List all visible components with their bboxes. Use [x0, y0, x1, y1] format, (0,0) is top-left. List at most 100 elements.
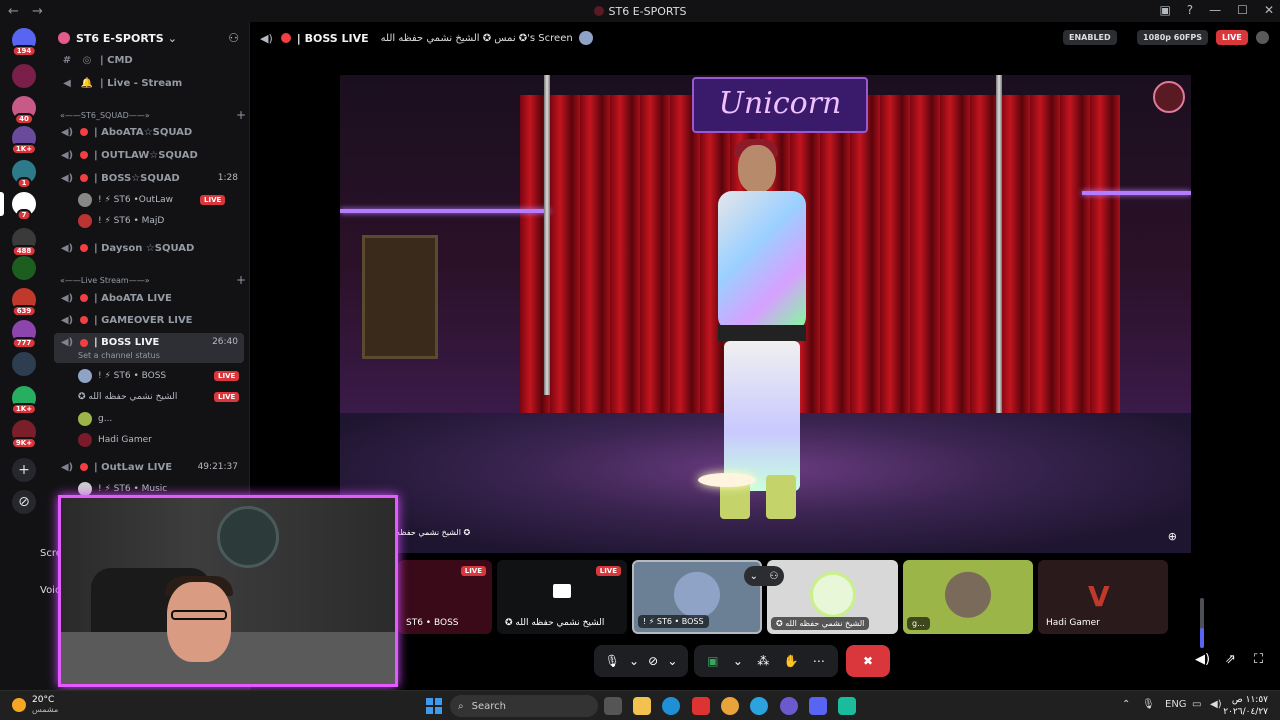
- disconnect-button[interactable]: ✖: [846, 645, 890, 677]
- forward-arrow-icon[interactable]: →: [32, 4, 48, 19]
- task-view-icon[interactable]: [604, 697, 622, 715]
- voice-channel[interactable]: ◀) | Dayson ☆SQUAD: [54, 238, 244, 258]
- category-live-stream[interactable]: «——Live Stream——» +: [60, 273, 246, 287]
- network-icon[interactable]: ▭: [1192, 699, 1201, 710]
- microphone-icon[interactable]: 🎙: [605, 654, 620, 668]
- avatar[interactable]: [1256, 31, 1269, 44]
- avatar-logo-icon: V: [1088, 580, 1110, 613]
- chrome-icon[interactable]: [721, 697, 739, 715]
- server-icon[interactable]: 40: [12, 96, 36, 125]
- voice-channel[interactable]: ◀) | BOSS☆SQUAD 1:28: [54, 168, 244, 188]
- add-server-icon[interactable]: +: [12, 458, 36, 482]
- poster-image: [362, 235, 438, 359]
- voice-member[interactable]: ! ⚡ ST6 • MajD: [78, 212, 164, 230]
- sun-icon: [12, 697, 26, 712]
- voice-channel[interactable]: ◀) | OutLaw LIVE 49:21:37: [54, 457, 244, 477]
- leave-call-icon: ✖: [862, 654, 874, 668]
- participant-tile[interactable]: g...: [903, 560, 1033, 634]
- voice-channel[interactable]: ◀) | AboATA LIVE: [54, 288, 244, 308]
- back-arrow-icon[interactable]: ←: [8, 4, 24, 19]
- category-squad[interactable]: «——ST6_SQUAD——» +: [60, 108, 246, 122]
- chevron-down-icon[interactable]: ⌄: [750, 571, 758, 582]
- chevron-down-icon[interactable]: ⌄: [629, 654, 639, 668]
- server-icon[interactable]: [12, 352, 36, 376]
- weather-widget[interactable]: 20°C مشمس: [12, 695, 58, 714]
- server-icon-st6[interactable]: 7: [12, 192, 36, 221]
- zoom-icon[interactable]: ⊕: [1168, 530, 1177, 543]
- file-explorer-icon[interactable]: [633, 697, 651, 715]
- tile-options[interactable]: ⌄ ⚇: [744, 566, 784, 586]
- voice-member[interactable]: ! ⚡ ST6 • BOSS: [78, 367, 166, 385]
- activities-icon[interactable]: ⁂: [757, 654, 769, 668]
- server-icon[interactable]: [12, 64, 36, 88]
- windows-taskbar: 20°C مشمس ⌕ Search ⌃ 🎙 ENG ▭ ◀) ١١:٥٧ ص ٢…: [0, 690, 1280, 720]
- telegram-icon[interactable]: [750, 697, 768, 715]
- popout-icon[interactable]: ⇗: [1225, 652, 1236, 667]
- voice-channel[interactable]: ◀) | OUTLAW☆SQUAD: [54, 145, 244, 165]
- soundboard-icon[interactable]: ✋: [784, 654, 799, 668]
- app-icon[interactable]: [780, 697, 798, 715]
- invite-members-icon[interactable]: ⚇: [228, 31, 239, 45]
- announcement-icon: ◀: [63, 77, 71, 89]
- avatar: [945, 571, 991, 618]
- channel-live-stream[interactable]: ◀ 🔔 | Live - Stream: [54, 73, 244, 93]
- window-title: ST6 E-SPORTS: [0, 5, 1280, 18]
- avatar: [78, 412, 92, 426]
- server-icon-home[interactable]: 194: [11, 28, 37, 57]
- stream-quality-chip[interactable]: 1080p 60FPS: [1137, 30, 1208, 45]
- more-icon[interactable]: ⋯: [813, 654, 825, 668]
- taskbar-search[interactable]: ⌕ Search: [450, 695, 598, 717]
- discord-icon[interactable]: [809, 697, 827, 715]
- chevron-down-icon[interactable]: ⌄: [667, 654, 677, 668]
- add-people-icon[interactable]: ⚇: [769, 571, 778, 582]
- edge-icon[interactable]: [662, 697, 680, 715]
- participant-tile[interactable]: ✪ الشيخ نشمي حفظه الله: [767, 560, 898, 634]
- voice-member[interactable]: g...: [78, 410, 112, 428]
- app-icon[interactable]: [838, 697, 856, 715]
- voice-member[interactable]: ! ⚡ ST6 •OutLaw: [78, 191, 173, 209]
- taskbar-clock[interactable]: ١١:٥٧ ص ٢٠٢٦/٠٤/٢٧: [1223, 694, 1268, 718]
- speaker-icon: ◀): [60, 292, 74, 304]
- live-badge: LIVE: [460, 566, 486, 576]
- server-icon[interactable]: 1: [12, 160, 36, 189]
- chevron-down-icon[interactable]: ⌄: [733, 654, 743, 668]
- fullscreen-icon[interactable]: ⛶: [1254, 652, 1263, 667]
- minimize-button[interactable]: —: [1209, 3, 1221, 17]
- participant-tile[interactable]: LIVE ✪ الشيخ نشمي حفظه الله: [497, 560, 627, 634]
- maximize-button[interactable]: ☐: [1237, 3, 1248, 17]
- language-indicator[interactable]: ENG: [1165, 699, 1187, 710]
- server-icon[interactable]: [12, 256, 36, 280]
- channel-cmd[interactable]: # ◎ | CMD: [54, 50, 244, 70]
- camera-off-icon[interactable]: ⊘: [648, 654, 658, 668]
- server-icon[interactable]: 488: [11, 228, 37, 257]
- participant-tile[interactable]: V Hadi Gamer: [1038, 560, 1168, 634]
- server-folder[interactable]: 1K+: [10, 386, 38, 415]
- participant-tile[interactable]: LIVE ST6 • BOSS: [398, 560, 492, 634]
- server-icon[interactable]: 1K+: [10, 126, 38, 155]
- discover-icon[interactable]: ⊘: [12, 490, 36, 514]
- app-icon[interactable]: [692, 697, 710, 715]
- server-icon[interactable]: 639: [11, 288, 37, 317]
- start-button[interactable]: [426, 698, 442, 714]
- tray-overflow-icon[interactable]: ⌃: [1122, 699, 1130, 710]
- voice-channel[interactable]: ◀) | AboATA☆SQUAD: [54, 122, 244, 142]
- voice-channel[interactable]: ◀) | GAMEOVER LIVE: [54, 310, 244, 330]
- voice-member[interactable]: Hadi Gamer: [78, 431, 152, 449]
- server-icon[interactable]: 777: [11, 320, 37, 349]
- create-channel-icon[interactable]: +: [236, 108, 246, 122]
- volume-icon[interactable]: ◀): [1210, 699, 1222, 710]
- webcam-overlay[interactable]: [58, 495, 398, 687]
- microphone-icon[interactable]: 🎙: [1142, 699, 1155, 710]
- inbox-icon[interactable]: ▣: [1159, 3, 1170, 17]
- stream-view[interactable]: Unicorn ⊕: [340, 75, 1191, 553]
- server-icon[interactable]: 9K+: [10, 420, 38, 449]
- participant-tile[interactable]: ! ⚡ ST6 • BOSS: [632, 560, 762, 634]
- volume-icon[interactable]: ◀): [1195, 652, 1210, 667]
- voice-member[interactable]: ✪ الشيخ نشمي حفظه الله: [78, 388, 177, 406]
- set-channel-status[interactable]: Set a channel status: [78, 351, 160, 360]
- screen-share-icon[interactable]: ▣: [707, 654, 718, 668]
- close-button[interactable]: ✕: [1264, 3, 1274, 17]
- volume-slider[interactable]: [1200, 598, 1204, 648]
- help-icon[interactable]: ?: [1187, 3, 1193, 17]
- create-channel-icon[interactable]: +: [236, 273, 246, 287]
